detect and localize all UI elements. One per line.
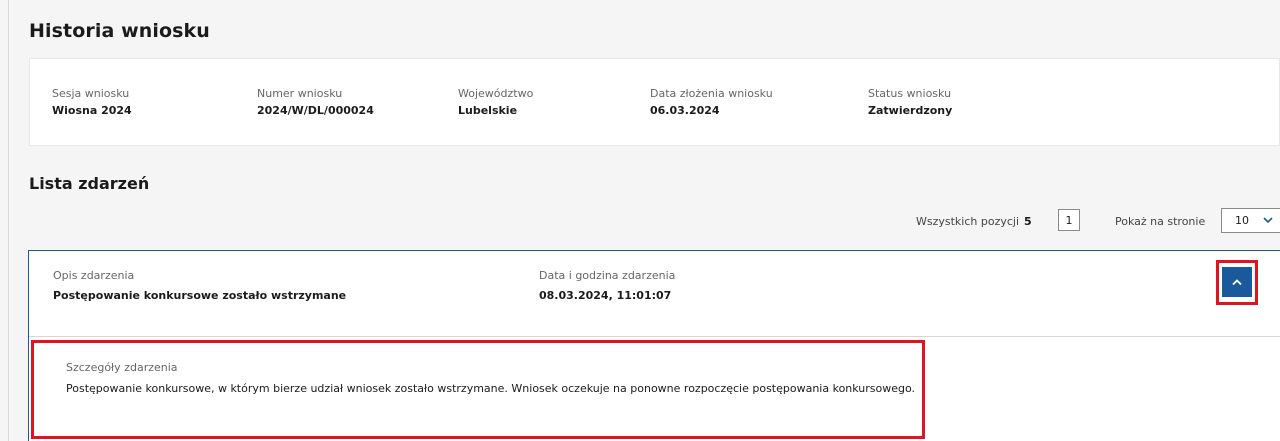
event-datetime-label: Data i godzina zdarzenia bbox=[539, 269, 676, 282]
summary-field-label: Numer wniosku bbox=[257, 87, 343, 100]
summary-field-voivodeship: Województwo Lubelskie bbox=[458, 87, 533, 118]
summary-field-label: Sesja wniosku bbox=[52, 87, 130, 100]
per-page-label: Pokaż na stronie bbox=[1115, 215, 1206, 228]
event-description-label: Opis zdarzenia bbox=[53, 269, 135, 282]
summary-field-submission-date: Data złożenia wniosku 06.03.2024 bbox=[650, 87, 773, 118]
events-section-title: Lista zdarzeń bbox=[29, 174, 150, 193]
event-datetime: Data i godzina zdarzenia 08.03.2024, 11:… bbox=[539, 269, 675, 303]
event-datetime-value: 08.03.2024, 11:01:07 bbox=[539, 289, 672, 302]
summary-field-value: 2024/W/DL/000024 bbox=[257, 104, 374, 117]
summary-field-number: Numer wniosku 2024/W/DL/000024 bbox=[257, 87, 374, 118]
page-number-input[interactable]: 1 bbox=[1058, 209, 1080, 231]
application-summary-card: Sesja wniosku Wiosna 2024 Numer wniosku … bbox=[29, 58, 1280, 146]
summary-field-label: Status wniosku bbox=[868, 87, 952, 100]
summary-field-value: 06.03.2024 bbox=[650, 104, 720, 117]
left-divider bbox=[8, 0, 9, 441]
chevron-down-icon bbox=[1263, 217, 1273, 224]
event-description-value: Postępowanie konkursowe zostało wstrzyma… bbox=[53, 289, 347, 302]
collapse-event-button[interactable] bbox=[1222, 267, 1252, 297]
per-page-value: 10 bbox=[1235, 214, 1249, 227]
total-items-label: Wszystkich pozycji bbox=[916, 214, 1020, 228]
page-title: Historia wniosku bbox=[29, 20, 210, 42]
total-items: Wszystkich pozycji 5 bbox=[916, 209, 1032, 233]
summary-field-status: Status wniosku Zatwierdzony bbox=[868, 87, 952, 118]
summary-field-label: Data złożenia wniosku bbox=[650, 87, 773, 100]
summary-field-label: Województwo bbox=[458, 87, 534, 100]
event-header: Opis zdarzenia Postępowanie konkursowe z… bbox=[29, 251, 1280, 337]
event-card: Opis zdarzenia Postępowanie konkursowe z… bbox=[28, 250, 1280, 441]
event-details-label: Szczegóły zdarzenia bbox=[66, 361, 178, 374]
chevron-up-icon bbox=[1231, 278, 1243, 286]
summary-field-value: Zatwierdzony bbox=[868, 104, 953, 117]
summary-field-value: Lubelskie bbox=[458, 104, 518, 117]
total-items-count: 5 bbox=[1024, 214, 1032, 228]
event-description: Opis zdarzenia Postępowanie konkursowe z… bbox=[53, 269, 346, 303]
summary-field-session: Sesja wniosku Wiosna 2024 bbox=[52, 87, 132, 118]
event-details-text: Postępowanie konkursowe, w którym bierze… bbox=[66, 382, 916, 395]
event-details: Szczegóły zdarzenia Postępowanie konkurs… bbox=[66, 361, 915, 396]
summary-field-value: Wiosna 2024 bbox=[52, 104, 132, 117]
per-page-select[interactable]: 10 bbox=[1221, 208, 1280, 233]
